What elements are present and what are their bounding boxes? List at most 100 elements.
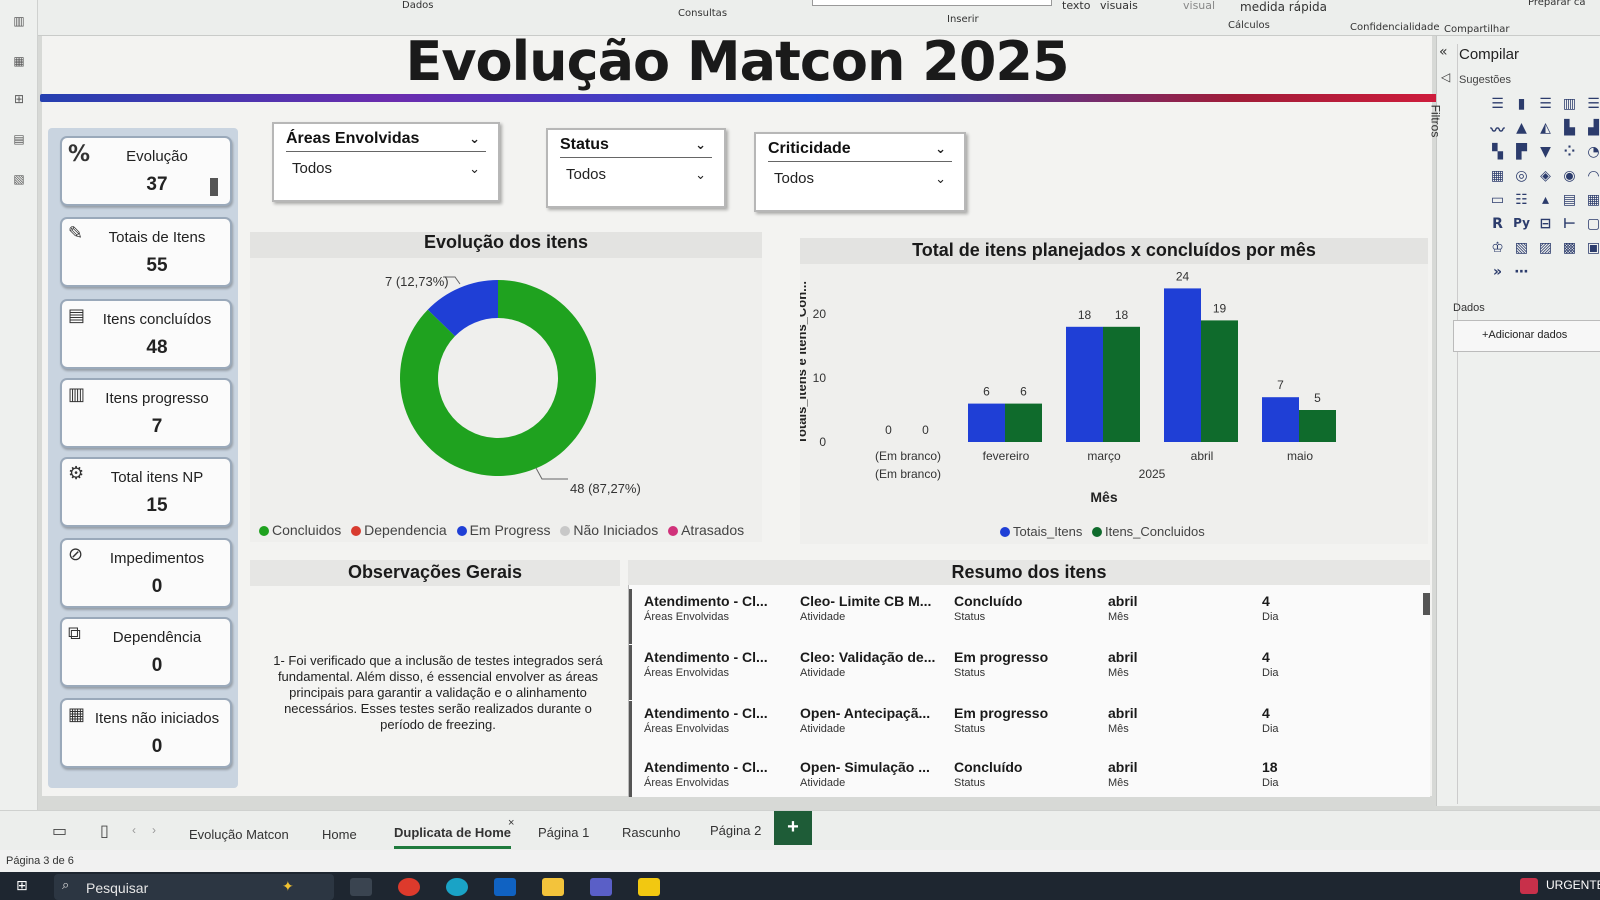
donut-chart[interactable]: [250, 258, 762, 518]
ribbon-item-texto[interactable]: texto: [1062, 0, 1090, 12]
ribbon-item-visual[interactable]: visual: [1183, 0, 1215, 12]
chevron-down-icon[interactable]: ⌄: [935, 142, 946, 157]
tab-pagina-1[interactable]: Página 1: [538, 825, 589, 840]
card-icon[interactable]: ▭: [1489, 192, 1506, 209]
teams-icon[interactable]: [590, 878, 612, 896]
kpi-card-totais-itens[interactable]: ✎ Totais de Itens 55: [60, 217, 232, 287]
collapse-pane-icon[interactable]: «: [1439, 44, 1448, 60]
line-chart-icon[interactable]: 〰: [1489, 120, 1506, 139]
r-visual-icon[interactable]: R: [1489, 216, 1506, 233]
dax-query-icon[interactable]: ▤: [10, 132, 28, 148]
tab-duplicata-de-home[interactable]: Duplicata de Home: [394, 825, 512, 849]
slicer-dropdown[interactable]: Todos ⌄: [768, 170, 952, 194]
slicer-status[interactable]: Status ⌄ Todos ⌄: [546, 128, 726, 208]
kpi-card-evolucao[interactable]: % Evolução 37: [60, 136, 232, 206]
table-icon[interactable]: ▦: [1585, 192, 1600, 209]
ribbon-item-preparar[interactable]: Preparar ca: [1528, 0, 1586, 8]
add-page-button[interactable]: +: [774, 811, 812, 845]
notification-text[interactable]: URGENTE: [1546, 878, 1600, 892]
table-row[interactable]: Atendimento - Cl... Áreas Envolvidas Open…: [629, 701, 1409, 756]
file-explorer-icon[interactable]: [542, 878, 564, 896]
kpi-card-itens-nao-iniciados[interactable]: ▦ Itens não iniciados 0: [60, 698, 232, 768]
ribbon-item-medida-rapida[interactable]: medida rápida: [1240, 0, 1327, 14]
map-icon[interactable]: ◎: [1513, 168, 1530, 185]
pie-icon[interactable]: ◔: [1585, 144, 1600, 161]
legend-item[interactable]: Não Iniciados: [560, 522, 658, 538]
outlook-icon[interactable]: [494, 878, 516, 896]
kpi-card-dependencia[interactable]: ⧉ Dependência 0: [60, 617, 232, 687]
table-row[interactable]: Atendimento - Cl... Áreas Envolvidas Cleo…: [629, 645, 1409, 700]
table-row[interactable]: Atendimento - Cl... Áreas Envolvidas Open…: [629, 755, 1409, 797]
stacked-bar-icon[interactable]: ☰: [1489, 96, 1506, 113]
power-apps-icon[interactable]: ▨: [1537, 240, 1554, 257]
chevron-down-icon[interactable]: ⌄: [695, 138, 706, 153]
ribbon-group-consultas[interactable]: Consultas: [678, 8, 727, 19]
taskbar-search-box[interactable]: ⌕ Pesquisar ✦: [54, 874, 334, 900]
table-scrollbar[interactable]: [1423, 593, 1430, 615]
waterfall-icon[interactable]: ▟: [1585, 120, 1600, 137]
kpi-card-impedimentos[interactable]: ⊘ Impedimentos 0: [60, 538, 232, 608]
tab-evolucao-matcon[interactable]: Evolução Matcon: [189, 827, 289, 842]
chevron-down-icon[interactable]: ⌄: [695, 168, 706, 183]
more-visuals-icon[interactable]: »: [1489, 264, 1506, 281]
stacked-area-icon[interactable]: ◭: [1537, 120, 1554, 137]
decomposition-tree-icon[interactable]: ⊢: [1561, 216, 1578, 233]
formula-bar[interactable]: [812, 0, 1052, 6]
treemap-icon[interactable]: ▦: [1489, 168, 1506, 185]
chrome-icon[interactable]: [398, 878, 420, 896]
paginated-report-icon[interactable]: ▧: [1513, 240, 1530, 257]
ellipsis-icon[interactable]: ⋯: [1513, 264, 1530, 281]
slicer-icon[interactable]: ▤: [1561, 192, 1578, 209]
chevron-down-icon[interactable]: ⌄: [469, 162, 480, 177]
edge-icon[interactable]: [446, 878, 468, 896]
slicer-areas-envolvidas[interactable]: Áreas Envolvidas ⌄ Todos ⌄: [272, 122, 500, 202]
key-influencers-icon[interactable]: ⊟: [1537, 216, 1554, 233]
slicer-dropdown[interactable]: Todos ⌄: [560, 166, 712, 190]
python-visual-icon[interactable]: Py: [1513, 216, 1530, 233]
scatter-icon[interactable]: ⁘: [1561, 144, 1578, 161]
ribbon-group-compartilhar[interactable]: Compartilhar: [1444, 24, 1509, 35]
desktop-view-icon[interactable]: ▭: [52, 821, 67, 840]
filter-funnel-icon[interactable]: ◁: [1441, 70, 1450, 84]
report-view-icon[interactable]: ▥: [10, 14, 28, 30]
close-tab-icon[interactable]: ×: [508, 817, 514, 829]
trophy-icon[interactable]: ♔: [1489, 240, 1506, 257]
clustered-column-icon[interactable]: ▥: [1561, 96, 1578, 113]
legend-item[interactable]: Itens_Concluidos: [1092, 524, 1205, 539]
ribbon-group-dados[interactable]: Dados: [402, 0, 434, 11]
filters-tab[interactable]: Filtros: [1428, 105, 1442, 138]
ribbon-group-inserir[interactable]: Inserir: [947, 14, 979, 25]
legend-item[interactable]: Totais_Itens: [1000, 524, 1082, 539]
power-bi-icon[interactable]: [638, 878, 660, 896]
kpi-card-total-itens-np[interactable]: ⚙ Total itens NP 15: [60, 457, 232, 527]
chevron-down-icon[interactable]: ⌄: [469, 132, 480, 147]
line-cluster-icon[interactable]: ▛: [1513, 144, 1530, 161]
legend-item[interactable]: Atrasados: [668, 522, 744, 538]
mobile-view-icon[interactable]: ▯: [100, 821, 109, 840]
tab-pagina-2[interactable]: Página 2: [710, 823, 761, 838]
legend-item[interactable]: Dependencia: [351, 522, 447, 538]
ribbon-item-visuais[interactable]: visuais: [1100, 0, 1138, 12]
tab-scroll-right-icon[interactable]: ›: [152, 823, 156, 837]
legend-item[interactable]: Concluidos: [259, 522, 341, 538]
area-chart-icon[interactable]: ▲: [1513, 120, 1530, 137]
ribbon-chart-icon[interactable]: ▙: [1561, 120, 1578, 137]
kpi-icon[interactable]: ▴: [1537, 192, 1554, 209]
stacked-column-icon[interactable]: ▮: [1513, 96, 1530, 113]
table-row[interactable]: Atendimento - Cl... Áreas Envolvidas Cleo…: [629, 589, 1409, 644]
power-automate-icon[interactable]: ▩: [1561, 240, 1578, 257]
tmdl-view-icon[interactable]: ▧: [10, 172, 28, 188]
line-column-icon[interactable]: ▚: [1489, 144, 1506, 161]
filled-map-icon[interactable]: ◈: [1537, 168, 1554, 185]
clustered-bar-icon[interactable]: ☰: [1537, 96, 1554, 113]
task-view-icon[interactable]: [350, 878, 372, 896]
multirow-card-icon[interactable]: ☷: [1513, 192, 1530, 209]
model-view-icon[interactable]: ⊞: [10, 92, 28, 108]
azure-map-icon[interactable]: ◉: [1561, 168, 1578, 185]
chevron-down-icon[interactable]: ⌄: [935, 172, 946, 187]
kpi-card-itens-progresso[interactable]: ▥ Itens progresso 7: [60, 378, 232, 448]
notification-app-icon[interactable]: [1520, 878, 1538, 894]
funnel-icon[interactable]: ▼: [1537, 144, 1554, 161]
bar-chart[interactable]: 0 10 20 Totais_Itens e Itens_Con... 0 0 (Em br…: [800, 264, 1428, 524]
tab-home[interactable]: Home: [322, 827, 357, 842]
